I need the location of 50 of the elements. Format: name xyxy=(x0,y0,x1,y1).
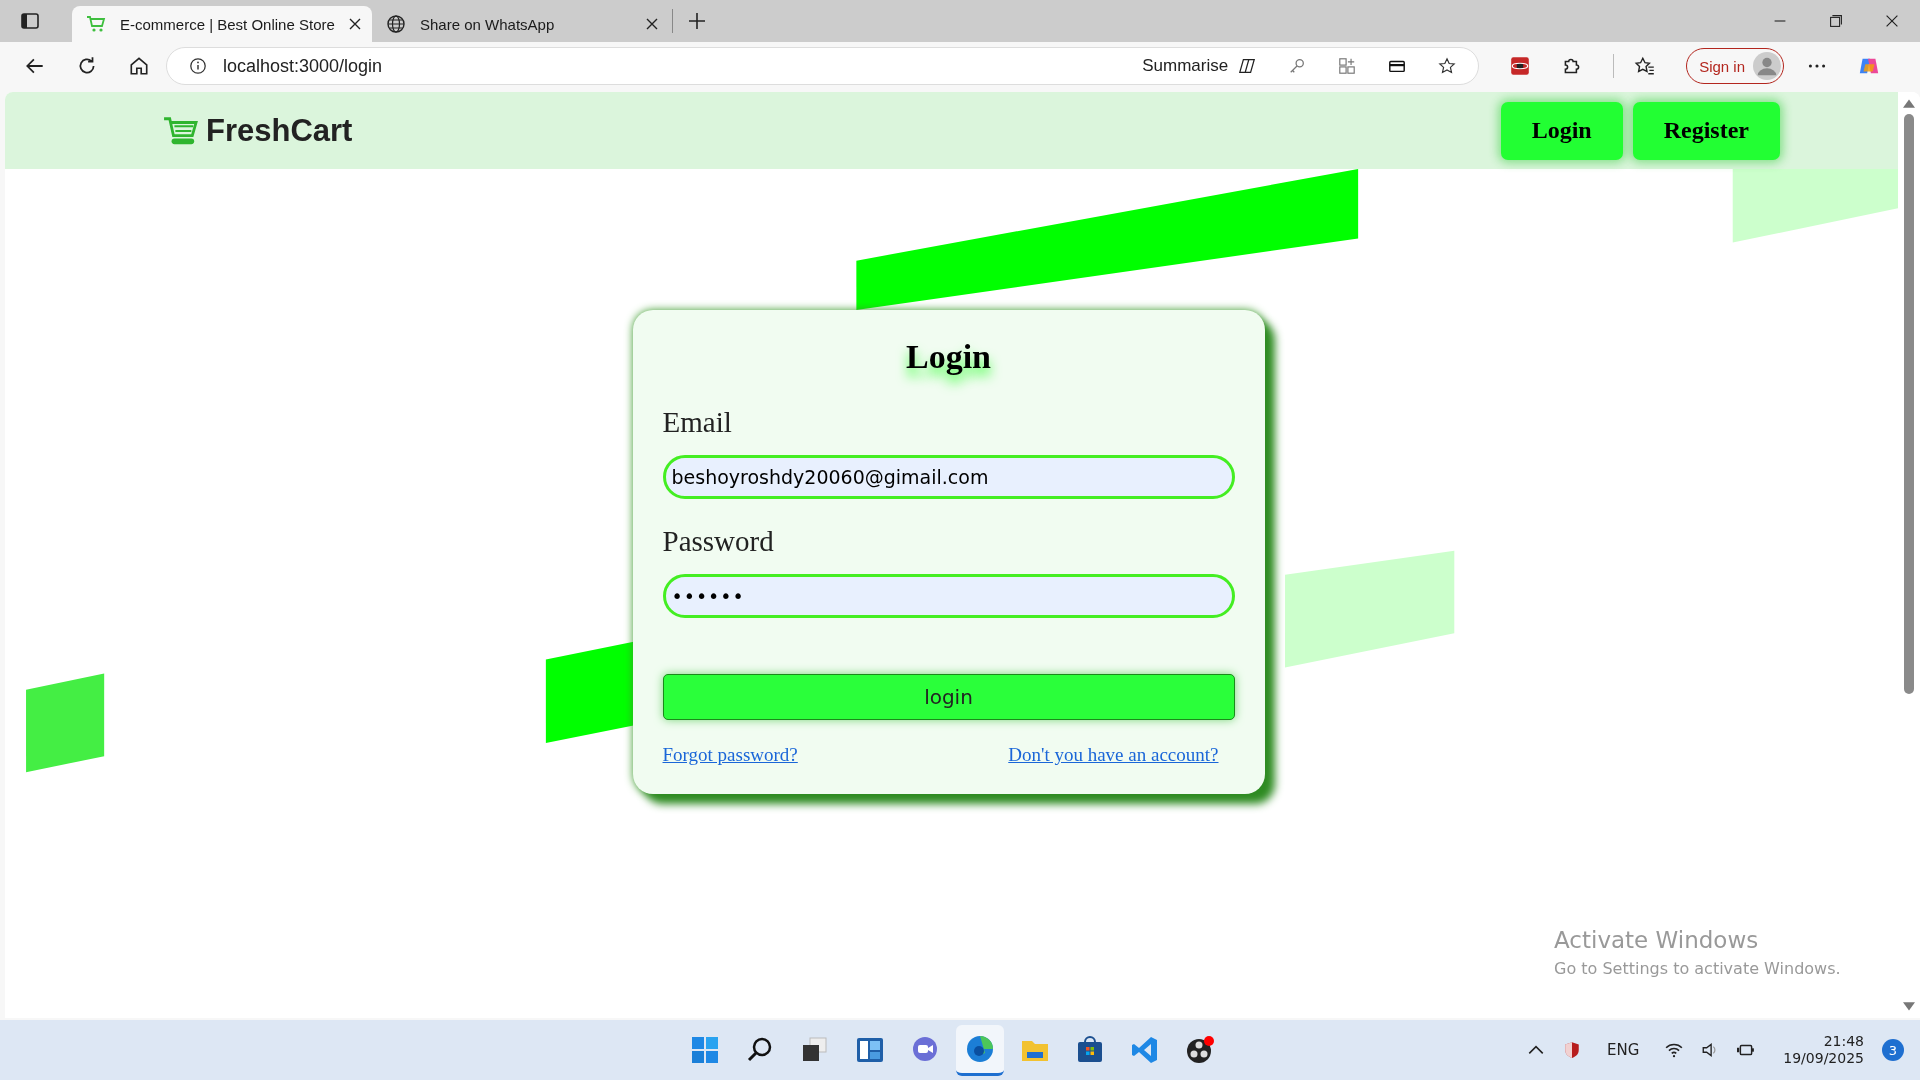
favorites-icon[interactable] xyxy=(1634,55,1657,77)
tab-title: Share on WhatsApp xyxy=(420,15,556,33)
card-title: Login xyxy=(905,338,991,376)
activation-title: Activate Windows xyxy=(1554,927,1760,953)
new-tab-icon[interactable] xyxy=(687,11,707,31)
notification-badge[interactable]: 3 xyxy=(1882,1039,1904,1061)
cart-icon xyxy=(86,14,106,34)
scroll-up-icon[interactable] xyxy=(1903,98,1915,108)
address-bar[interactable]: localhost:3000/login Summarise xyxy=(166,47,1480,85)
apps-icon[interactable] xyxy=(1338,57,1357,75)
activation-subtitle: Go to Settings to activate Windows. xyxy=(1554,959,1841,978)
language-indicator[interactable]: ENG xyxy=(1606,1041,1640,1059)
login-button[interactable]: Login xyxy=(1500,101,1623,160)
summarise-label[interactable]: Summarise xyxy=(1142,56,1229,76)
shield-icon[interactable] xyxy=(1562,1041,1581,1059)
register-link[interactable]: Don't you have an account? xyxy=(1008,744,1219,766)
email-field[interactable]: beshoyroshdy20060@gimail.com xyxy=(662,455,1235,499)
field-label: Password xyxy=(662,525,775,558)
cart-icon xyxy=(162,114,200,147)
restore-icon[interactable] xyxy=(1827,12,1845,30)
store-icon[interactable] xyxy=(1075,1035,1105,1065)
globe-icon xyxy=(386,14,406,34)
start-icon[interactable] xyxy=(690,1035,720,1065)
code-editor-icon[interactable] xyxy=(1130,1035,1160,1065)
browser-tab[interactable]: E-commerce | Best Online Store xyxy=(72,6,372,42)
copilot-icon[interactable] xyxy=(1238,57,1257,75)
tab-title: E-commerce | Best Online Store xyxy=(120,15,335,33)
login-submit-button[interactable]: login xyxy=(662,674,1235,720)
scroll-down-icon[interactable] xyxy=(1903,1002,1915,1012)
home-icon[interactable] xyxy=(128,55,150,77)
browser-tab[interactable]: Share on WhatsApp xyxy=(372,6,672,42)
field-label: Email xyxy=(662,406,733,439)
clock-date[interactable]: 19/09/2025 xyxy=(1783,1050,1864,1068)
info-icon[interactable] xyxy=(189,57,207,75)
key-icon[interactable] xyxy=(1288,57,1307,75)
close-icon[interactable] xyxy=(348,18,361,30)
brand-name[interactable]: FreshCart xyxy=(206,112,353,149)
close-icon[interactable] xyxy=(646,18,658,30)
register-button[interactable]: Register xyxy=(1632,101,1780,160)
password-field[interactable]: •••••• xyxy=(662,574,1235,618)
sidebar-toggle-icon[interactable] xyxy=(20,11,40,31)
extension-icon[interactable] xyxy=(1509,55,1532,77)
widgets-icon[interactable] xyxy=(855,1035,885,1065)
browser-icon xyxy=(965,1033,995,1064)
avatar-icon xyxy=(1753,52,1781,80)
star-icon[interactable] xyxy=(1438,57,1457,75)
wifi-icon[interactable] xyxy=(1665,1041,1684,1059)
url-text: localhost:3000/login xyxy=(223,55,383,77)
clock-time[interactable]: 21:48 xyxy=(1823,1032,1864,1050)
forgot-password-link[interactable]: Forgot password? xyxy=(662,744,798,766)
